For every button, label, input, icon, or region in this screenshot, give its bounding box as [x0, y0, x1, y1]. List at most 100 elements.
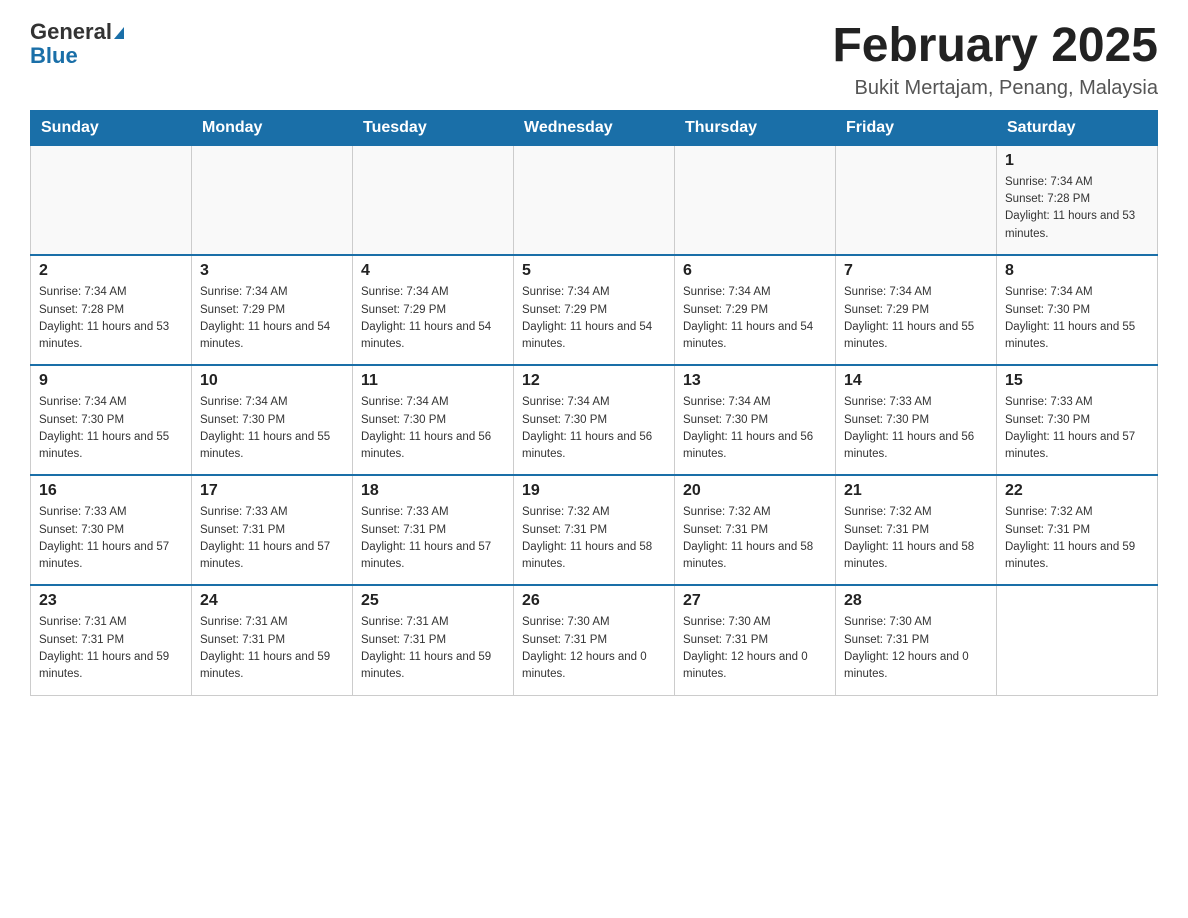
calendar-table: Sunday Monday Tuesday Wednesday Thursday… [30, 110, 1158, 696]
week-row-5: 23 Sunrise: 7:31 AMSunset: 7:31 PMDayligh… [31, 585, 1158, 695]
day-info: Sunrise: 7:32 AMSunset: 7:31 PMDaylight:… [844, 504, 988, 573]
day-number: 1 [1005, 152, 1149, 170]
week-row-1: 1 Sunrise: 7:34 AMSunset: 7:28 PMDaylight… [31, 145, 1158, 255]
calendar-cell: 3 Sunrise: 7:34 AMSunset: 7:29 PMDaylight… [192, 255, 353, 365]
day-info: Sunrise: 7:33 AMSunset: 7:30 PMDaylight:… [844, 394, 988, 463]
calendar-cell [192, 145, 353, 255]
day-info: Sunrise: 7:34 AMSunset: 7:29 PMDaylight:… [361, 284, 505, 353]
day-number: 12 [522, 372, 666, 390]
logo-triangle-icon [114, 27, 124, 39]
header-thursday: Thursday [675, 110, 836, 145]
logo-blue-text: Blue [30, 44, 124, 68]
calendar-cell: 25 Sunrise: 7:31 AMSunset: 7:31 PMDayligh… [353, 585, 514, 695]
calendar-cell: 7 Sunrise: 7:34 AMSunset: 7:29 PMDaylight… [836, 255, 997, 365]
day-number: 19 [522, 482, 666, 500]
day-number: 8 [1005, 262, 1149, 280]
header-saturday: Saturday [997, 110, 1158, 145]
calendar-header-row: Sunday Monday Tuesday Wednesday Thursday… [31, 110, 1158, 145]
day-info: Sunrise: 7:34 AMSunset: 7:30 PMDaylight:… [522, 394, 666, 463]
day-number: 22 [1005, 482, 1149, 500]
day-number: 6 [683, 262, 827, 280]
logo-general-text: General [30, 19, 112, 44]
calendar-cell: 9 Sunrise: 7:34 AMSunset: 7:30 PMDaylight… [31, 365, 192, 475]
calendar-cell: 22Sunrise: 7:32 AMSunset: 7:31 PMDayligh… [997, 475, 1158, 585]
calendar-title: February 2025 [832, 20, 1158, 73]
calendar-cell: 20 Sunrise: 7:32 AMSunset: 7:31 PMDayligh… [675, 475, 836, 585]
day-info: Sunrise: 7:31 AMSunset: 7:31 PMDaylight:… [39, 614, 183, 683]
day-info: Sunrise: 7:34 AMSunset: 7:29 PMDaylight:… [522, 284, 666, 353]
day-number: 20 [683, 482, 827, 500]
day-info: Sunrise: 7:30 AMSunset: 7:31 PMDaylight:… [522, 614, 666, 683]
day-info: Sunrise: 7:34 AMSunset: 7:30 PMDaylight:… [39, 394, 183, 463]
day-number: 24 [200, 592, 344, 610]
day-number: 21 [844, 482, 988, 500]
day-number: 10 [200, 372, 344, 390]
calendar-cell: 6 Sunrise: 7:34 AMSunset: 7:29 PMDaylight… [675, 255, 836, 365]
day-info: Sunrise: 7:34 AMSunset: 7:29 PMDaylight:… [683, 284, 827, 353]
day-info: Sunrise: 7:34 AMSunset: 7:29 PMDaylight:… [200, 284, 344, 353]
day-number: 13 [683, 372, 827, 390]
calendar-cell: 18 Sunrise: 7:33 AMSunset: 7:31 PMDayligh… [353, 475, 514, 585]
calendar-cell [514, 145, 675, 255]
week-row-2: 2Sunrise: 7:34 AMSunset: 7:28 PMDaylight… [31, 255, 1158, 365]
calendar-cell: 19 Sunrise: 7:32 AMSunset: 7:31 PMDayligh… [514, 475, 675, 585]
day-info: Sunrise: 7:33 AMSunset: 7:30 PMDaylight:… [39, 504, 183, 573]
day-info: Sunrise: 7:34 AMSunset: 7:28 PMDaylight:… [1005, 174, 1149, 243]
calendar-cell [997, 585, 1158, 695]
header-sunday: Sunday [31, 110, 192, 145]
logo: General Blue [30, 20, 124, 68]
calendar-cell: 26Sunrise: 7:30 AMSunset: 7:31 PMDayligh… [514, 585, 675, 695]
day-info: Sunrise: 7:31 AMSunset: 7:31 PMDaylight:… [361, 614, 505, 683]
day-info: Sunrise: 7:32 AMSunset: 7:31 PMDaylight:… [522, 504, 666, 573]
calendar-cell: 24 Sunrise: 7:31 AMSunset: 7:31 PMDayligh… [192, 585, 353, 695]
calendar-cell: 13 Sunrise: 7:34 AMSunset: 7:30 PMDayligh… [675, 365, 836, 475]
week-row-3: 9 Sunrise: 7:34 AMSunset: 7:30 PMDaylight… [31, 365, 1158, 475]
header-friday: Friday [836, 110, 997, 145]
calendar-cell: 17 Sunrise: 7:33 AMSunset: 7:31 PMDayligh… [192, 475, 353, 585]
calendar-cell: 2Sunrise: 7:34 AMSunset: 7:28 PMDaylight… [31, 255, 192, 365]
week-row-4: 16 Sunrise: 7:33 AMSunset: 7:30 PMDayligh… [31, 475, 1158, 585]
day-number: 3 [200, 262, 344, 280]
day-number: 28 [844, 592, 988, 610]
calendar-cell: 16 Sunrise: 7:33 AMSunset: 7:30 PMDayligh… [31, 475, 192, 585]
day-number: 4 [361, 262, 505, 280]
calendar-cell: 10 Sunrise: 7:34 AMSunset: 7:30 PMDayligh… [192, 365, 353, 475]
day-info: Sunrise: 7:34 AMSunset: 7:29 PMDaylight:… [844, 284, 988, 353]
day-number: 17 [200, 482, 344, 500]
day-info: Sunrise: 7:33 AMSunset: 7:31 PMDaylight:… [361, 504, 505, 573]
calendar-cell [675, 145, 836, 255]
title-section: February 2025 Bukit Mertajam, Penang, Ma… [832, 20, 1158, 100]
calendar-cell: 27Sunrise: 7:30 AMSunset: 7:31 PMDayligh… [675, 585, 836, 695]
header-monday: Monday [192, 110, 353, 145]
calendar-cell: 5 Sunrise: 7:34 AMSunset: 7:29 PMDaylight… [514, 255, 675, 365]
page-header: General Blue February 2025 Bukit Mertaja… [30, 20, 1158, 100]
day-number: 23 [39, 592, 183, 610]
day-info: Sunrise: 7:31 AMSunset: 7:31 PMDaylight:… [200, 614, 344, 683]
calendar-cell: 21 Sunrise: 7:32 AMSunset: 7:31 PMDayligh… [836, 475, 997, 585]
day-info: Sunrise: 7:34 AMSunset: 7:30 PMDaylight:… [361, 394, 505, 463]
day-info: Sunrise: 7:34 AMSunset: 7:30 PMDaylight:… [200, 394, 344, 463]
day-number: 7 [844, 262, 988, 280]
location-subtitle: Bukit Mertajam, Penang, Malaysia [832, 77, 1158, 100]
day-info: Sunrise: 7:34 AMSunset: 7:30 PMDaylight:… [1005, 284, 1149, 353]
day-info: Sunrise: 7:33 AMSunset: 7:31 PMDaylight:… [200, 504, 344, 573]
day-info: Sunrise: 7:34 AMSunset: 7:30 PMDaylight:… [683, 394, 827, 463]
calendar-cell [31, 145, 192, 255]
calendar-cell: 1 Sunrise: 7:34 AMSunset: 7:28 PMDaylight… [997, 145, 1158, 255]
calendar-cell: 23 Sunrise: 7:31 AMSunset: 7:31 PMDayligh… [31, 585, 192, 695]
day-number: 18 [361, 482, 505, 500]
day-info: Sunrise: 7:32 AMSunset: 7:31 PMDaylight:… [683, 504, 827, 573]
day-info: Sunrise: 7:30 AMSunset: 7:31 PMDaylight:… [683, 614, 827, 683]
day-number: 25 [361, 592, 505, 610]
header-wednesday: Wednesday [514, 110, 675, 145]
calendar-cell: 4 Sunrise: 7:34 AMSunset: 7:29 PMDaylight… [353, 255, 514, 365]
calendar-cell: 15Sunrise: 7:33 AMSunset: 7:30 PMDayligh… [997, 365, 1158, 475]
day-number: 16 [39, 482, 183, 500]
day-info: Sunrise: 7:30 AMSunset: 7:31 PMDaylight:… [844, 614, 988, 683]
day-number: 14 [844, 372, 988, 390]
day-number: 5 [522, 262, 666, 280]
calendar-cell [353, 145, 514, 255]
calendar-cell [836, 145, 997, 255]
calendar-cell: 8 Sunrise: 7:34 AMSunset: 7:30 PMDaylight… [997, 255, 1158, 365]
day-number: 9 [39, 372, 183, 390]
